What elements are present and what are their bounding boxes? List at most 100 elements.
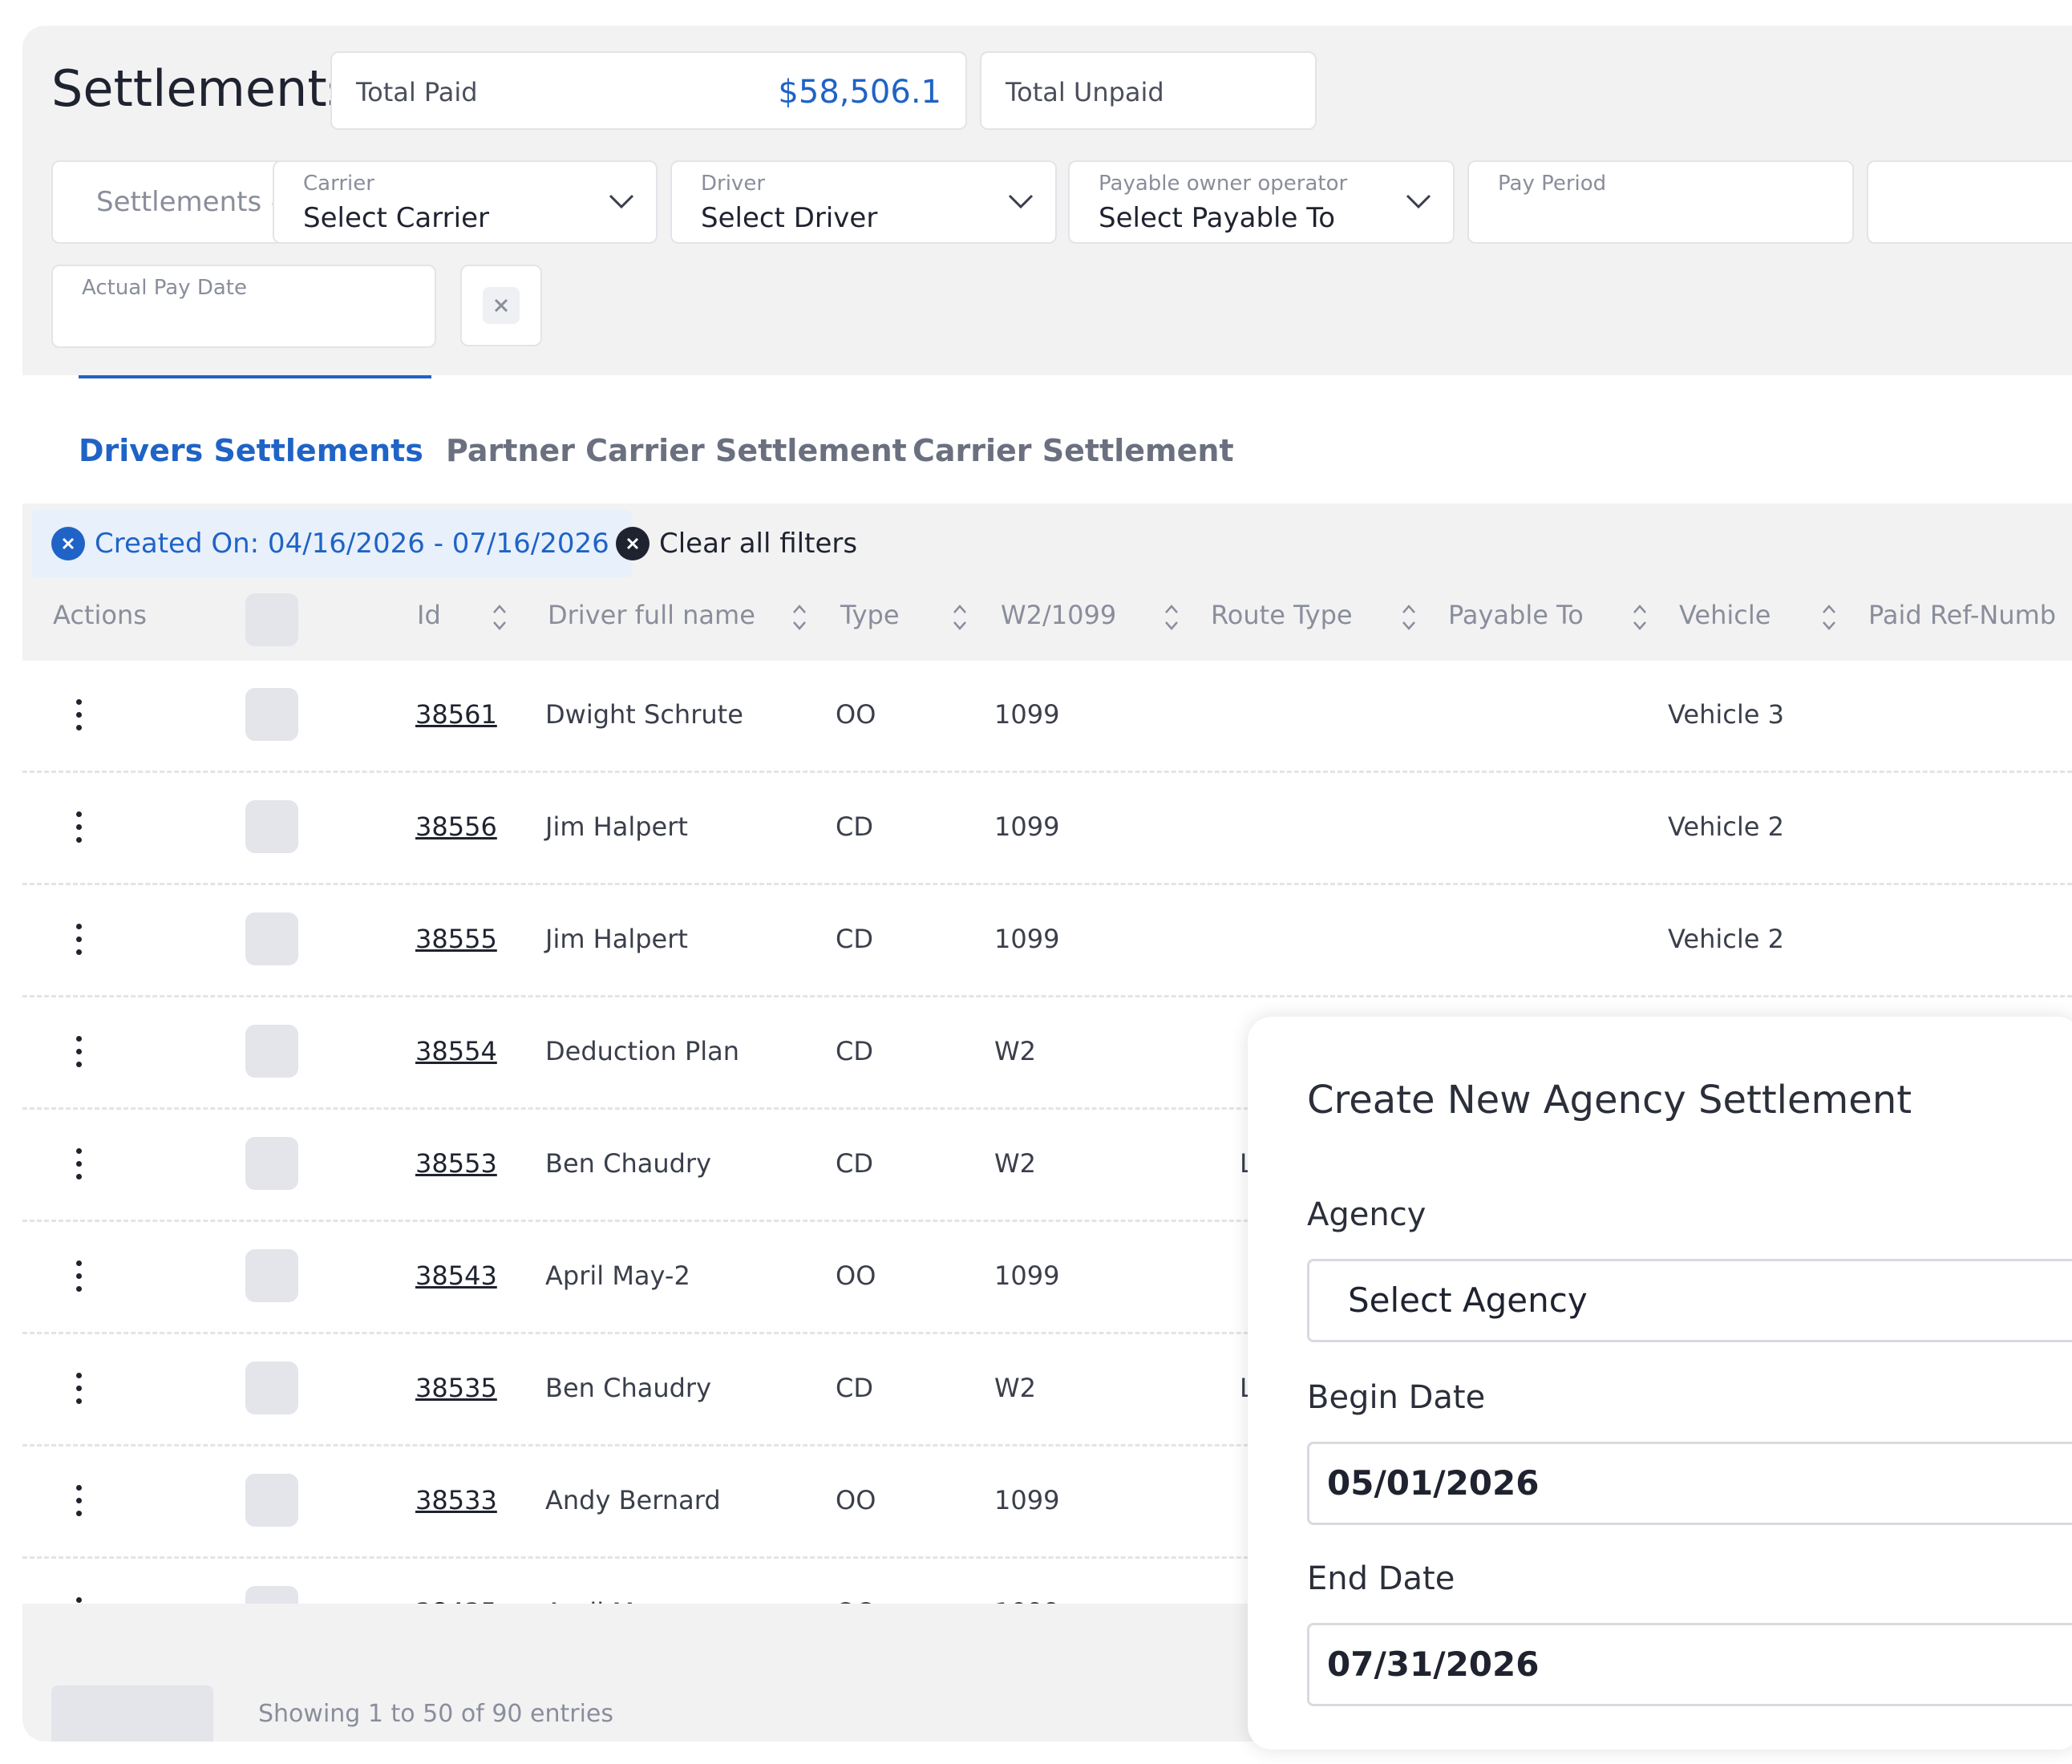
select-all-checkbox[interactable]	[245, 593, 298, 646]
w2-1099-cell: 1099	[994, 1485, 1060, 1515]
w2-1099-cell: W2	[994, 1148, 1036, 1179]
driver-select[interactable]: Driver Select Driver	[670, 160, 1057, 244]
column-header-actions: Actions	[53, 600, 147, 630]
settlement-tabs: Drivers Settlements Partner Carrier Sett…	[22, 375, 2072, 504]
carrier-select[interactable]: Carrier Select Carrier	[273, 160, 658, 244]
actual-pay-date-label: Actual Pay Date	[82, 276, 247, 300]
table-row[interactable]: 38561 Dwight Schrute OO 1099 Vehicle 3	[22, 661, 2072, 773]
column-header-type[interactable]: Type	[840, 600, 900, 630]
driver-label: Driver	[701, 172, 766, 196]
w2-1099-cell: 1099	[994, 924, 1060, 954]
w2-1099-cell: 1099	[994, 811, 1060, 842]
clear-all-filters-button[interactable]: Clear all filters	[616, 510, 857, 577]
tab-partner-carrier-settlement[interactable]: Partner Carrier Settlement	[446, 433, 907, 468]
type-cell: OO	[836, 699, 876, 730]
w2-1099-cell: 1099	[994, 699, 1060, 730]
settlement-id-link[interactable]: 38561	[415, 699, 497, 730]
column-header-payable-to[interactable]: Payable To	[1448, 600, 1584, 630]
sort-icon[interactable]	[491, 601, 508, 633]
row-checkbox[interactable]	[245, 1025, 298, 1078]
extra-filter-field[interactable]	[1867, 160, 2072, 244]
page-size-select[interactable]	[51, 1685, 213, 1742]
total-unpaid-card: Total Unpaid	[980, 51, 1317, 130]
column-header-w2-1099[interactable]: W2/1099	[1001, 600, 1116, 630]
carrier-label: Carrier	[303, 172, 374, 196]
column-header-id[interactable]: Id	[417, 600, 441, 630]
column-header-route-type[interactable]: Route Type	[1211, 600, 1353, 630]
begin-date-label: Begin Date	[1307, 1379, 1486, 1416]
settlement-id-link[interactable]: 38554	[415, 1036, 497, 1066]
driver-name-cell: Ben Chaudry	[545, 1373, 712, 1403]
row-checkbox[interactable]	[245, 688, 298, 741]
w2-1099-cell: W2	[994, 1036, 1036, 1066]
type-cell: OO	[836, 1260, 876, 1291]
table-row[interactable]: 38556 Jim Halpert CD 1099 Vehicle 2	[22, 773, 2072, 885]
settlement-id-link[interactable]: 38553	[415, 1148, 497, 1179]
sort-icon[interactable]	[951, 601, 969, 633]
driver-name-cell: Andy Bernard	[545, 1485, 721, 1515]
close-icon	[616, 527, 650, 560]
column-header-vehicle[interactable]: Vehicle	[1679, 600, 1771, 630]
kebab-menu-icon[interactable]	[74, 1148, 83, 1182]
type-cell: CD	[836, 1148, 873, 1179]
total-paid-label: Total Paid	[356, 77, 478, 107]
w2-1099-cell: W2	[994, 1373, 1036, 1403]
table-row[interactable]: 38555 Jim Halpert CD 1099 Vehicle 2	[22, 885, 2072, 997]
w2-1099-cell: 1099	[994, 1260, 1060, 1291]
begin-date-input[interactable]: 05/01/2026	[1307, 1442, 2072, 1525]
driver-name-cell: Deduction Plan	[545, 1036, 740, 1066]
sort-icon[interactable]	[1820, 601, 1838, 633]
begin-date-value: 05/01/2026	[1327, 1463, 1540, 1503]
sort-icon[interactable]	[1631, 601, 1649, 633]
kebab-menu-icon[interactable]	[74, 1036, 83, 1070]
tab-drivers-settlements[interactable]: Drivers Settlements	[79, 433, 423, 468]
close-icon[interactable]	[51, 527, 85, 560]
row-checkbox[interactable]	[245, 1474, 298, 1527]
modal-title: Create New Agency Settlement	[1307, 1078, 1912, 1123]
settlement-id-link[interactable]: 38556	[415, 811, 497, 842]
total-paid-value: $58,506.1	[778, 74, 941, 111]
kebab-menu-icon[interactable]	[74, 1373, 83, 1406]
vehicle-cell: Vehicle 3	[1668, 699, 1784, 730]
column-header-paid-ref-number[interactable]: Paid Ref-Numb	[1868, 600, 2056, 630]
column-header-driver-full-name[interactable]: Driver full name	[548, 600, 755, 630]
total-unpaid-label: Total Unpaid	[1006, 77, 1164, 107]
kebab-menu-icon[interactable]	[74, 811, 83, 845]
type-cell: CD	[836, 811, 873, 842]
end-date-value: 07/31/2026	[1327, 1645, 1540, 1684]
row-checkbox[interactable]	[245, 800, 298, 853]
tab-carrier-settlement[interactable]: Carrier Settlement	[913, 433, 1234, 468]
row-checkbox[interactable]	[245, 1361, 298, 1414]
settlement-id-link[interactable]: 38533	[415, 1485, 497, 1515]
reset-filters-button[interactable]	[460, 265, 542, 346]
type-cell: OO	[836, 1485, 876, 1515]
vehicle-cell: Vehicle 2	[1668, 924, 1784, 954]
sort-icon[interactable]	[1163, 601, 1180, 633]
kebab-menu-icon[interactable]	[74, 924, 83, 957]
settlement-id-link[interactable]: 38555	[415, 924, 497, 954]
sort-icon[interactable]	[791, 601, 808, 633]
payable-value: Select Payable To	[1099, 202, 1336, 234]
kebab-menu-icon[interactable]	[74, 699, 83, 733]
pay-period-field[interactable]: Pay Period	[1467, 160, 1854, 244]
end-date-input[interactable]: 07/31/2026	[1307, 1623, 2072, 1706]
type-cell: CD	[836, 924, 873, 954]
payable-to-select[interactable]: Payable owner operator Select Payable To	[1068, 160, 1455, 244]
sort-icon[interactable]	[1400, 601, 1418, 633]
chevron-down-icon	[609, 194, 634, 209]
end-date-label: End Date	[1307, 1560, 1455, 1597]
settlement-id-link[interactable]: 38543	[415, 1260, 497, 1291]
created-on-filter-chip[interactable]: Created On: 04/16/2026 - 07/16/2026	[32, 510, 632, 577]
create-agency-settlement-modal: Create New Agency Settlement Agency Sele…	[1248, 1017, 2072, 1750]
row-checkbox[interactable]	[245, 912, 298, 965]
settlement-id-link[interactable]: 38535	[415, 1373, 497, 1403]
driver-name-cell: April May-2	[545, 1260, 690, 1291]
row-checkbox[interactable]	[245, 1137, 298, 1190]
driver-name-cell: Jim Halpert	[545, 811, 688, 842]
row-checkbox[interactable]	[245, 1249, 298, 1302]
chevron-down-icon	[1008, 194, 1034, 209]
agency-select[interactable]: Select Agency	[1307, 1259, 2072, 1342]
kebab-menu-icon[interactable]	[74, 1485, 83, 1519]
kebab-menu-icon[interactable]	[74, 1260, 83, 1294]
actual-pay-date-field[interactable]: Actual Pay Date	[51, 265, 436, 348]
